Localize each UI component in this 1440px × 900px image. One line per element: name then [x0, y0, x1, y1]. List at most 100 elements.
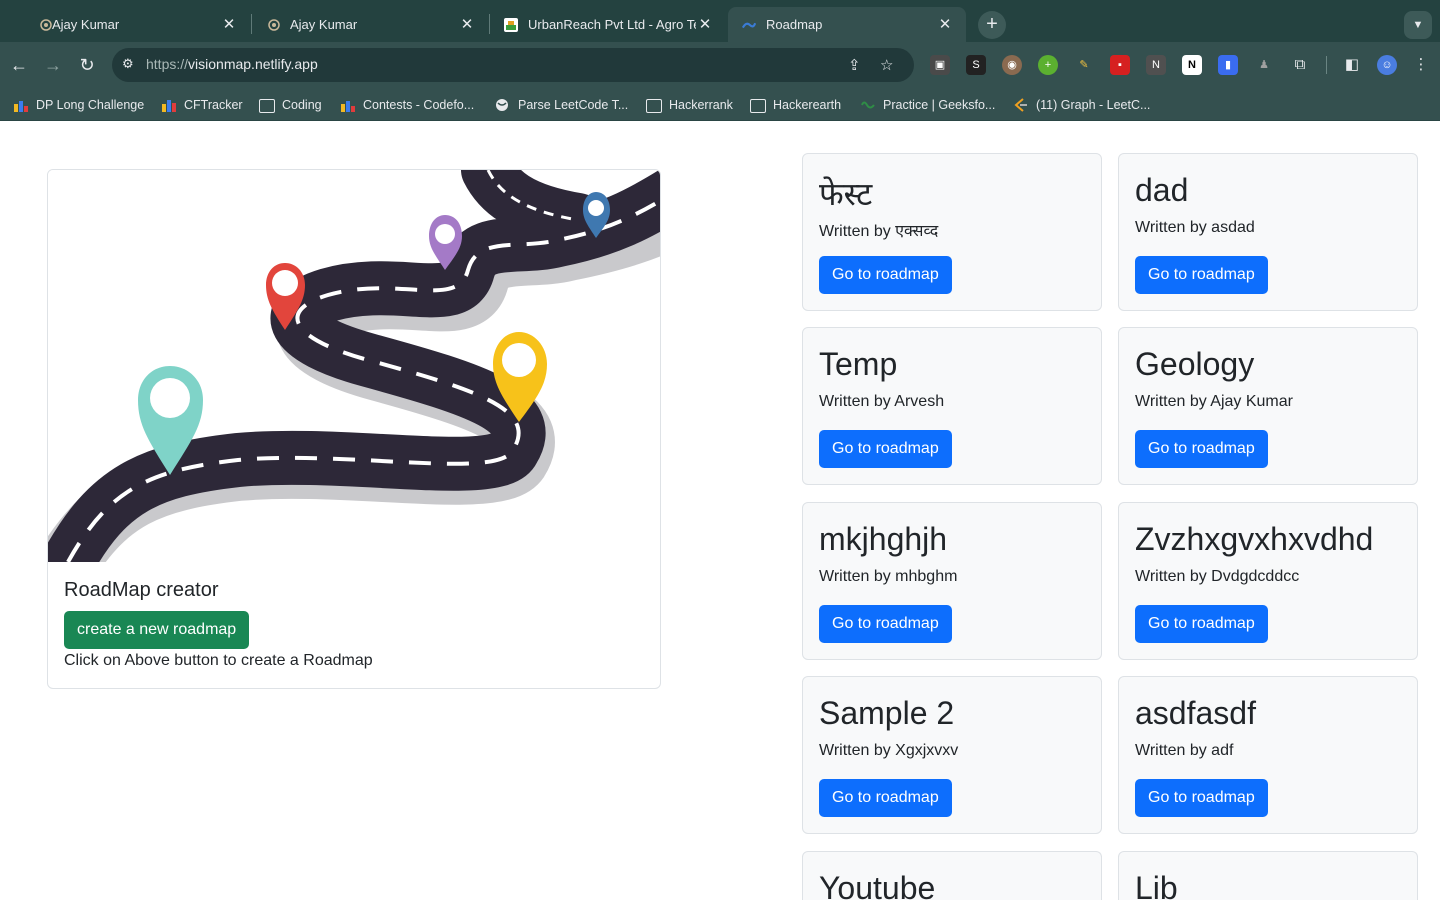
roadmap-title: mkjhghjh	[819, 521, 948, 557]
tab-roadmap-active[interactable]: Roadmap ✕	[728, 7, 966, 42]
bookmark-geeksforgeeks[interactable]: Practice | Geeksfo...	[860, 96, 995, 114]
bookmark-hackerrank[interactable]: Hackerrank	[646, 96, 733, 114]
gfg-icon	[861, 101, 875, 109]
close-tab-icon[interactable]: ✕	[936, 15, 954, 33]
roadmap-card: asdfasdf Written by adf Go to roadmap	[1118, 676, 1418, 834]
roadmap-title: dad	[1135, 172, 1189, 208]
close-tab-icon[interactable]: ✕	[458, 15, 476, 33]
extension-screenshot-icon[interactable]: ▣	[930, 55, 950, 75]
side-panel-icon[interactable]: ◧	[1342, 55, 1362, 75]
browser-toolbar: ← → ↻ ⚙ https://visionmap.netlify.app ⇪ …	[0, 42, 1440, 88]
roadmap-author: Written by Arvesh	[819, 393, 945, 410]
bookmark-label: Coding	[282, 98, 322, 112]
extension-n-icon[interactable]: N	[1146, 55, 1166, 75]
go-to-roadmap-button[interactable]: Go to roadmap	[1135, 430, 1268, 468]
bookmarks-bar: DP Long Challenge CFTracker Coding Conte…	[0, 88, 1440, 121]
roadmap-card: Lib	[1118, 851, 1418, 900]
go-to-roadmap-button[interactable]: Go to roadmap	[819, 256, 952, 294]
roadmap-title: Sample 2	[819, 695, 955, 731]
new-tab-button[interactable]: +	[978, 11, 1006, 39]
roadmap-card: Temp Written by Arvesh Go to roadmap	[802, 327, 1102, 485]
bookmark-contests-codeforces[interactable]: Contests - Codefo...	[340, 96, 474, 114]
roadmap-card: Geology Written by Ajay Kumar Go to road…	[1118, 327, 1418, 485]
profile-avatar-icon[interactable]: ☺	[1377, 55, 1397, 75]
roadmap-author: Written by adf	[1135, 742, 1234, 759]
bookmark-label: DP Long Challenge	[36, 98, 145, 112]
bookmark-leetcode-graph[interactable]: (11) Graph - LeetC...	[1013, 96, 1150, 114]
bookmark-label: Practice | Geeksfo...	[883, 98, 996, 112]
go-to-roadmap-button[interactable]: Go to roadmap	[1135, 605, 1268, 643]
bookmark-label: Contests - Codefo...	[363, 98, 475, 112]
roadmap-card: Zvzhxgvxhxvdhd Written by Dvdgdcddcc Go …	[1118, 502, 1418, 660]
bookmark-dp-long-challenge[interactable]: DP Long Challenge	[13, 96, 144, 114]
extension-chart-icon[interactable]: ✎	[1074, 55, 1094, 75]
toolbar-divider	[1326, 56, 1327, 74]
share-icon[interactable]: ⇪	[848, 56, 861, 74]
reload-icon[interactable]: ↻	[76, 54, 98, 76]
bookmark-label: Parse LeetCode T...	[518, 98, 629, 112]
url-text[interactable]: https://visionmap.netlify.app	[146, 56, 318, 72]
extensions-puzzle-icon[interactable]: ⧉	[1290, 55, 1310, 75]
roadmap-creator-card: RoadMap creator create a new roadmap Cli…	[47, 169, 661, 689]
creator-description: Click on Above button to create a Roadma…	[64, 652, 373, 669]
roadmap-title: Geology	[1135, 346, 1255, 382]
roadmap-title: Youtube	[819, 870, 936, 900]
site-settings-icon[interactable]: ⚙	[122, 56, 134, 72]
tab-strip: Ajay Kumar ✕ Ajay Kumar ✕ UrbanReach Pvt…	[0, 0, 1440, 42]
roadmap-title: Lib	[1135, 870, 1178, 900]
bar-chart-icon	[341, 101, 355, 112]
go-to-roadmap-button[interactable]: Go to roadmap	[819, 430, 952, 468]
bookmark-hackerearth[interactable]: Hackerearth	[750, 96, 841, 114]
extension-plus-icon[interactable]: +	[1038, 55, 1058, 75]
netlify-favicon-icon	[742, 18, 756, 32]
bar-chart-icon	[14, 101, 28, 112]
road-illustration	[48, 170, 660, 562]
roadmap-title: Zvzhxgvxhxvdhd	[1135, 521, 1374, 557]
go-to-roadmap-button[interactable]: Go to roadmap	[819, 779, 952, 817]
bookmark-parse-leetcode[interactable]: Parse LeetCode T...	[495, 96, 628, 114]
roadmap-card: फेस्ट Written by एक्सव्द Go to roadmap	[802, 153, 1102, 311]
bookmark-label: Hackerrank	[669, 98, 733, 112]
folder-icon	[259, 99, 275, 113]
bookmark-cftracker[interactable]: CFTracker	[161, 96, 243, 114]
roadmap-author: Written by Xgxjxvxv	[819, 742, 959, 759]
address-bar[interactable]: ⚙ https://visionmap.netlify.app ⇪ ☆	[112, 48, 914, 82]
close-tab-icon[interactable]: ✕	[220, 15, 238, 33]
extension-s-icon[interactable]: S	[966, 55, 986, 75]
folder-icon	[646, 99, 662, 113]
close-tab-icon[interactable]: ✕	[696, 15, 714, 33]
extension-bookmark-icon[interactable]: ▮	[1218, 55, 1238, 75]
roadmap-title: Temp	[819, 346, 898, 382]
extension-person-icon[interactable]: ♟	[1254, 55, 1274, 75]
roadmap-author: Written by mhbghm	[819, 568, 958, 585]
go-to-roadmap-button[interactable]: Go to roadmap	[1135, 256, 1268, 294]
back-arrow-icon[interactable]: ←	[8, 54, 30, 76]
tab-title: Ajay Kumar	[52, 17, 120, 32]
globe-icon	[496, 99, 508, 111]
folder-icon	[750, 99, 766, 113]
extension-red-icon[interactable]: ▪	[1110, 55, 1130, 75]
tab-1[interactable]: Ajay Kumar ✕	[12, 7, 250, 42]
roadmap-title: फेस्ट	[819, 176, 873, 212]
go-to-roadmap-button[interactable]: Go to roadmap	[819, 605, 952, 643]
tab-title: UrbanReach Pvt Ltd - Agro Te	[528, 17, 696, 32]
bookmark-coding[interactable]: Coding	[259, 96, 322, 114]
roadmap-author: Written by asdad	[1135, 219, 1255, 236]
go-to-roadmap-button[interactable]: Go to roadmap	[1135, 779, 1268, 817]
bookmark-label: (11) Graph - LeetC...	[1036, 98, 1151, 112]
bookmark-label: CFTracker	[184, 98, 243, 112]
bookmark-label: Hackerearth	[773, 98, 842, 112]
extension-notion-icon[interactable]: N	[1182, 55, 1202, 75]
forward-arrow-icon[interactable]: →	[42, 54, 64, 76]
create-roadmap-button[interactable]: create a new roadmap	[64, 611, 250, 649]
creator-title: RoadMap creator	[64, 579, 219, 601]
roadmap-card: mkjhghjh Written by mhbghm Go to roadmap	[802, 502, 1102, 660]
roadmap-author: Written by एक्सव्द	[819, 223, 939, 240]
tab-2[interactable]: Ajay Kumar ✕	[252, 7, 488, 42]
tab-3[interactable]: UrbanReach Pvt Ltd - Agro Te ✕	[490, 7, 726, 42]
tab-search-chevron-icon[interactable]: ▼	[1404, 11, 1432, 39]
bookmark-star-icon[interactable]: ☆	[880, 56, 893, 74]
menu-kebab-icon[interactable]: ⋮	[1411, 55, 1431, 75]
leetcode-icon	[1014, 98, 1027, 112]
extension-avatar-icon[interactable]: ◉	[1002, 55, 1022, 75]
